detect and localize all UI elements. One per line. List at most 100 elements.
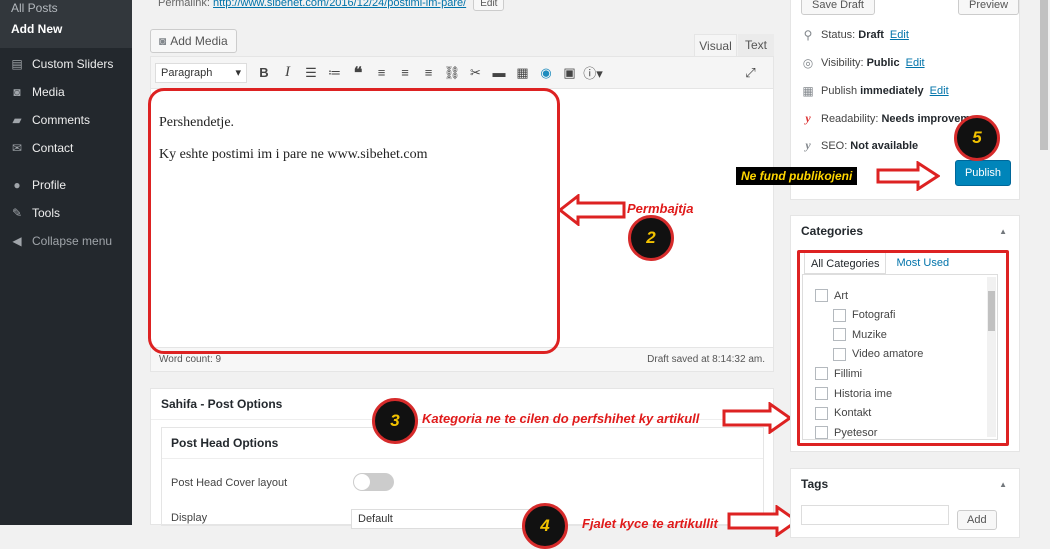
content-highlight-box	[148, 88, 560, 354]
align-left-icon[interactable]: ≡	[371, 62, 393, 84]
save-draft-button[interactable]: Save Draft	[801, 0, 875, 15]
publish-button[interactable]: Publish	[955, 160, 1011, 186]
bullet-list-icon[interactable]: ☰	[300, 62, 322, 84]
comment-icon: ▰	[12, 113, 22, 127]
permalink-label: Permalink:	[158, 0, 210, 9]
seo-label: SEO:	[821, 139, 848, 152]
word-count: Word count: 9	[159, 354, 222, 365]
slides-icon: ▤	[11, 57, 23, 71]
status-row: ⚲ Status: Draft Edit	[801, 28, 909, 42]
sidebar-item-label: Add New	[11, 22, 63, 36]
italic-icon[interactable]: I	[277, 62, 299, 84]
status-value: Draft	[858, 29, 884, 41]
tab-visual[interactable]: Visual	[694, 34, 737, 56]
sidebar-item-add-new[interactable]: Add New	[0, 14, 132, 44]
camera-icon[interactable]: ◉	[535, 62, 557, 84]
sidebar-item-label: Profile	[32, 178, 67, 192]
envelope-icon: ✉	[11, 141, 23, 155]
editor-toolbar: Paragraph ▾ B I ☰ ≔ ❝ ≡ ≡ ≡ ⛓ ✂ ▬ ▦ ◉ ▣ …	[151, 57, 773, 89]
format-select-value: Paragraph	[161, 66, 213, 79]
sidebar-item-label: Contact	[32, 141, 74, 155]
post-head-options: Post Head Options Post Head Cover layout…	[161, 427, 764, 529]
display-label: Display	[171, 512, 208, 524]
link-icon[interactable]: ⛓	[441, 62, 463, 84]
sidebar-item-all-posts[interactable]: All Posts	[0, 0, 132, 14]
media-icon: ◙	[13, 85, 21, 99]
badge-2: 2	[628, 215, 674, 261]
chevron-down-icon: ▾	[235, 67, 241, 79]
cover-layout-toggle[interactable]	[353, 473, 394, 491]
annotation-ne-fund: Ne fund publikojeni	[736, 167, 858, 185]
schedule-row: ▦ Publish immediately Edit	[801, 84, 949, 98]
visibility-value: Public	[866, 57, 900, 69]
sidebar-item-profile[interactable]: ● Profile	[0, 171, 132, 199]
permalink-url[interactable]: http://www.sibehet.com/2016/12/24/postim…	[213, 0, 466, 9]
sidebar-item-custom-sliders[interactable]: ▤ Custom Sliders	[0, 50, 132, 78]
posts-submenu: All Posts Add New	[0, 0, 132, 48]
badge-4: 4	[522, 503, 568, 549]
post-head-options-title: Post Head Options	[162, 428, 763, 459]
sidebar-item-media[interactable]: ◙ Media	[0, 78, 132, 106]
sidebar-item-label: Collapse menu	[32, 234, 113, 248]
annotation-kategoria: Kategoria ne te cilen do perfshihet ky a…	[422, 411, 700, 426]
media-icon: ◙	[159, 34, 167, 48]
blockquote-icon[interactable]: ❝	[347, 62, 369, 84]
align-right-icon[interactable]: ≡	[418, 62, 440, 84]
annotation-permbajtja: Permbajtja	[627, 201, 694, 216]
add-tag-button[interactable]: Add	[957, 510, 997, 530]
tags-title: Tags	[801, 477, 829, 491]
calendar-icon: ▦	[802, 84, 814, 98]
categories-title: Categories	[801, 224, 864, 238]
categories-highlight-box	[797, 250, 1009, 446]
yoast-icon: y	[805, 111, 811, 125]
info-icon[interactable]: ⓘ▾	[582, 62, 604, 84]
eye-icon: ◎	[802, 56, 814, 70]
toolbar-toggle-icon[interactable]: ▦	[512, 62, 534, 84]
cover-layout-label: Post Head Cover layout	[171, 477, 288, 489]
tab-text[interactable]: Text	[738, 34, 774, 56]
collapse-icon: ◀	[12, 234, 22, 248]
sidebar-item-contact[interactable]: ✉ Contact	[0, 134, 132, 162]
instagram-icon[interactable]: ▣	[559, 62, 581, 84]
add-media-label: Add Media	[170, 34, 228, 48]
unlink-icon[interactable]: ✂	[465, 62, 487, 84]
badge-5: 5	[954, 115, 1000, 161]
collapse-triangle-icon[interactable]: ▲	[999, 480, 1007, 489]
sidebar-item-tools[interactable]: ✎ Tools	[0, 199, 132, 227]
read-more-icon[interactable]: ▬	[488, 62, 510, 84]
format-select[interactable]: Paragraph ▾	[155, 62, 247, 83]
arrow-left-icon	[558, 194, 626, 226]
page-scrollbar[interactable]	[1038, 0, 1050, 525]
preview-button[interactable]: Preview	[958, 0, 1020, 15]
visibility-edit-link[interactable]: Edit	[906, 57, 925, 69]
yoast-icon: y	[805, 138, 811, 152]
annotation-fjalet: Fjalet kyce te artikullit	[582, 516, 718, 531]
schedule-edit-link[interactable]: Edit	[930, 85, 949, 97]
tags-input[interactable]	[801, 505, 949, 525]
sidebar-item-label: All Posts	[11, 1, 58, 14]
badge-3: 3	[372, 398, 418, 444]
sidebar-item-comments[interactable]: ▰ Comments	[0, 106, 132, 134]
bold-icon[interactable]: B	[253, 62, 275, 84]
visibility-label: Visibility:	[821, 57, 864, 69]
sidebar-item-label: Custom Sliders	[32, 57, 114, 71]
seo-value: Not available	[850, 139, 919, 152]
seo-row: y SEO: Not available	[801, 138, 921, 153]
toggle-knob	[354, 474, 370, 490]
numbered-list-icon[interactable]: ≔	[324, 62, 346, 84]
page-scroll-thumb[interactable]	[1040, 0, 1048, 150]
collapse-triangle-icon[interactable]: ▲	[999, 227, 1007, 236]
add-media-button[interactable]: ◙ Add Media	[150, 29, 237, 53]
user-icon: ●	[13, 178, 21, 192]
display-select[interactable]: Default	[351, 509, 531, 529]
arrow-right-icon	[722, 402, 792, 434]
collapse-menu-button[interactable]: ◀ Collapse menu	[0, 227, 132, 255]
fullscreen-icon[interactable]: ⤢	[740, 62, 762, 84]
pin-icon: ⚲	[803, 28, 813, 42]
status-edit-link[interactable]: Edit	[890, 29, 909, 41]
permalink-edit-button[interactable]: Edit	[473, 0, 505, 11]
align-center-icon[interactable]: ≡	[394, 62, 416, 84]
draft-saved: Draft saved at 8:14:32 am.	[647, 354, 765, 365]
visibility-row: ◎ Visibility: Public Edit	[801, 56, 925, 70]
wrench-icon: ✎	[11, 206, 23, 220]
